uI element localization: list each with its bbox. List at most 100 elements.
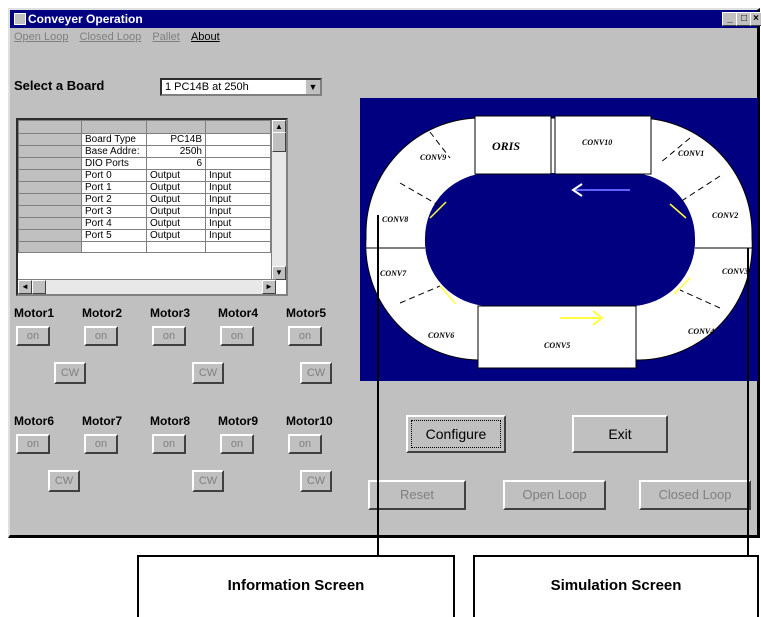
table-cell[interactable]: Port 4 bbox=[81, 217, 147, 230]
conveyor-diagram: ORIS CONV10 CONV1 CONV9 CONV8 CONV2 CONV… bbox=[365, 115, 753, 369]
table-cell[interactable]: Port 3 bbox=[81, 205, 147, 218]
table-cell[interactable]: Input bbox=[205, 217, 271, 230]
motor-on-button[interactable]: on bbox=[220, 326, 254, 346]
table-cell[interactable]: Port 1 bbox=[81, 181, 147, 194]
table-cell[interactable]: Output bbox=[146, 217, 206, 230]
reset-button[interactable]: Reset bbox=[368, 480, 466, 510]
motor-label: Motor10 bbox=[286, 414, 333, 428]
menu-pallet[interactable]: Pallet bbox=[152, 31, 180, 43]
table-cell[interactable]: Port 2 bbox=[81, 193, 147, 206]
board-select[interactable]: 1 PC14B at 250h ▼ bbox=[160, 78, 322, 96]
row-header[interactable] bbox=[18, 145, 82, 158]
motor-on-button[interactable]: on bbox=[16, 326, 50, 346]
table-row[interactable]: Port 5 Output Input bbox=[18, 229, 278, 242]
table-cell[interactable]: Output bbox=[146, 229, 206, 242]
table-cell[interactable]: 6 bbox=[146, 157, 206, 170]
motor-on-button[interactable]: on bbox=[152, 434, 186, 454]
motor-cw-button[interactable]: CW bbox=[300, 470, 332, 492]
motor-on-button[interactable]: on bbox=[152, 326, 186, 346]
oris-label: ORIS bbox=[492, 139, 520, 153]
table-cell[interactable] bbox=[146, 241, 206, 253]
table-row[interactable]: Port 0 Output Input bbox=[18, 169, 278, 182]
table-row[interactable]: DIO Ports 6 bbox=[18, 157, 278, 170]
motor-cw-button[interactable]: CW bbox=[192, 470, 224, 492]
motor-cw-button[interactable]: CW bbox=[300, 362, 332, 384]
table-cell[interactable] bbox=[205, 145, 271, 158]
motor-label: Motor8 bbox=[150, 414, 190, 428]
scroll-left-icon[interactable]: ◄ bbox=[18, 280, 32, 294]
horizontal-scrollbar[interactable]: ◄ ► bbox=[18, 279, 276, 294]
row-header[interactable] bbox=[18, 181, 82, 194]
motor-on-button[interactable]: on bbox=[84, 434, 118, 454]
motor-cw-button[interactable]: CW bbox=[192, 362, 224, 384]
open-loop-button[interactable]: Open Loop bbox=[503, 480, 606, 510]
table-row[interactable]: Base Addre: 250h bbox=[18, 145, 278, 158]
conv5-box bbox=[477, 305, 637, 369]
table-row[interactable]: Board Type PC14B bbox=[18, 133, 278, 146]
scroll-thumb[interactable] bbox=[272, 132, 286, 152]
table-cell[interactable]: Output bbox=[146, 193, 206, 206]
vertical-scrollbar[interactable]: ▲ ▼ bbox=[271, 120, 286, 280]
row-header[interactable] bbox=[18, 169, 82, 182]
closed-loop-button[interactable]: Closed Loop bbox=[639, 480, 751, 510]
conv4-label: CONV4 bbox=[688, 327, 714, 336]
table-row[interactable]: Port 2 Output Input bbox=[18, 193, 278, 206]
motor-on-button[interactable]: on bbox=[84, 326, 118, 346]
motor-label: Motor9 bbox=[218, 414, 258, 428]
row-header[interactable] bbox=[18, 133, 82, 146]
table-cell[interactable]: Board Type bbox=[81, 133, 147, 146]
motor-on-button[interactable]: on bbox=[288, 434, 322, 454]
motor-cw-button[interactable]: CW bbox=[48, 470, 80, 492]
conv8-label: CONV8 bbox=[382, 215, 408, 224]
sim-pointer-line bbox=[747, 248, 749, 555]
table-cell[interactable]: 250h bbox=[146, 145, 206, 158]
row-header[interactable] bbox=[18, 157, 82, 170]
table-cell[interactable] bbox=[81, 241, 147, 253]
scroll-down-icon[interactable]: ▼ bbox=[272, 266, 286, 280]
table-row[interactable]: Port 1 Output Input bbox=[18, 181, 278, 194]
table-row[interactable] bbox=[18, 241, 278, 253]
table-cell[interactable] bbox=[18, 241, 82, 253]
scroll-right-icon[interactable]: ► bbox=[262, 280, 276, 294]
dropdown-arrow-icon[interactable]: ▼ bbox=[305, 80, 320, 94]
table-cell[interactable] bbox=[205, 133, 271, 146]
table-cell[interactable]: PC14B bbox=[146, 133, 206, 146]
table-cell[interactable]: Input bbox=[205, 205, 271, 218]
table-cell[interactable]: Output bbox=[146, 169, 206, 182]
row-header[interactable] bbox=[18, 229, 82, 242]
configure-button[interactable]: Configure bbox=[406, 415, 506, 453]
table-cell[interactable] bbox=[205, 241, 271, 253]
conv3-label: CONV3 bbox=[722, 267, 748, 276]
table-cell[interactable]: Input bbox=[205, 193, 271, 206]
table-cell[interactable]: Port 0 bbox=[81, 169, 147, 182]
window-title: Conveyer Operation bbox=[28, 12, 143, 26]
motor-on-button[interactable]: on bbox=[220, 434, 254, 454]
table-cell[interactable]: Output bbox=[146, 181, 206, 194]
table-row[interactable]: Port 4 Output Input bbox=[18, 217, 278, 230]
table-cell[interactable]: Base Addre: bbox=[81, 145, 147, 158]
row-header[interactable] bbox=[18, 205, 82, 218]
motor-on-button[interactable]: on bbox=[288, 326, 322, 346]
menu-closed-loop[interactable]: Closed Loop bbox=[80, 31, 142, 43]
motor-cw-button[interactable]: CW bbox=[54, 362, 86, 384]
table-cell[interactable]: Input bbox=[205, 169, 271, 182]
title-bar[interactable]: Conveyer Operation _ □ × bbox=[10, 10, 761, 28]
table-cell[interactable]: Port 5 bbox=[81, 229, 147, 242]
row-header[interactable] bbox=[18, 217, 82, 230]
conv9-label: CONV9 bbox=[420, 153, 446, 162]
table-cell[interactable]: Output bbox=[146, 205, 206, 218]
table-cell[interactable]: Input bbox=[205, 181, 271, 194]
table-row[interactable]: Port 3 Output Input bbox=[18, 205, 278, 218]
motor-on-button[interactable]: on bbox=[16, 434, 50, 454]
main-window: Conveyer Operation _ □ × Open Loop Close… bbox=[8, 8, 761, 538]
menu-about[interactable]: About bbox=[191, 31, 220, 43]
close-button[interactable]: × bbox=[750, 12, 761, 26]
table-cell[interactable] bbox=[205, 157, 271, 170]
menu-open-loop[interactable]: Open Loop bbox=[14, 31, 68, 43]
exit-button[interactable]: Exit bbox=[572, 415, 668, 453]
table-cell[interactable]: Input bbox=[205, 229, 271, 242]
row-header[interactable] bbox=[18, 193, 82, 206]
information-grid[interactable]: Board Type PC14B Base Addre: 250h DIO Ports 6… bbox=[16, 118, 288, 296]
hscroll-thumb[interactable] bbox=[32, 280, 46, 294]
table-cell[interactable]: DIO Ports bbox=[81, 157, 147, 170]
